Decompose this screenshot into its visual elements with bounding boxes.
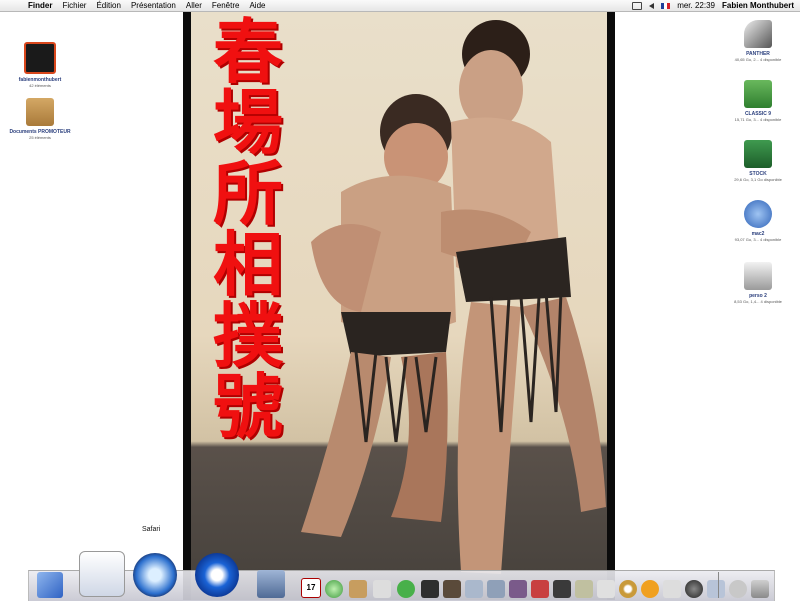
dock-separator [718,572,719,598]
eject-dock-icon[interactable] [729,580,747,598]
desktop-icon-classic9-disk[interactable]: CLASSIC 9 15,71 Go, 3... 4 disponible [718,80,798,122]
os9-disk-icon [744,80,772,108]
internet-explorer-dock-icon[interactable] [195,553,239,597]
dock-tooltip: Safari [140,526,163,533]
desktop-icon-info: 29,6 Go, 3,1 Go disponible [734,177,782,182]
package-box-icon [26,98,54,126]
utility-dock-icon[interactable] [553,580,571,598]
hard-drive-icon [744,262,772,290]
menu-aller[interactable]: Aller [181,0,207,11]
cd-dock-icon[interactable] [619,580,637,598]
poster-paper: 春 場 所 相 撲 號 [191,12,607,600]
menu-fichier[interactable]: Fichier [57,0,91,11]
terminal-dock-icon[interactable] [421,580,439,598]
menu-user[interactable]: Fabien Monthubert [722,0,794,11]
desktop-icon-info: 40,65 Go, 2... 4 disponible [734,57,782,62]
desktop-icon-info: 15,71 Go, 3... 4 disponible [734,117,782,122]
desktop-icon-info: 25 éléments [29,135,51,140]
desktop-icon-info: 93,07 Go, 3... 4 disponible [734,237,782,242]
orange-app-dock-icon[interactable] [641,580,659,598]
desktop-icon-panther-disk[interactable]: PANTHER 40,65 Go, 2... 4 disponible [718,20,798,62]
person-folder-icon [24,42,56,74]
itunes-dock-icon[interactable] [325,580,343,598]
green-drive-icon [744,140,772,168]
sumo-wrestlers-illustration [301,20,606,574]
tool-dock-icon[interactable] [531,580,549,598]
flashlight-disk-icon [744,20,772,48]
disk-utility-dock-icon[interactable] [487,580,505,598]
apple-app-dock-icon[interactable] [663,580,681,598]
input-menu-flag-icon[interactable] [661,0,671,11]
menu-bar: Finder Fichier Édition Présentation Alle… [0,0,800,12]
address-book-dock-icon[interactable] [349,580,367,598]
desktop-icon-documents-promoteur[interactable]: Documents PROMOTEUR 25 éléments [0,98,80,140]
menu-aide[interactable]: Aide [244,0,270,11]
dock: 17 [28,551,775,601]
desktop-icon-mac2-disk[interactable]: mac2 93,07 Go, 3... 4 disponible [718,200,798,242]
ical-dock-icon[interactable]: 17 [301,578,321,598]
printer-dock-icon[interactable] [373,580,391,598]
camera-dock-icon[interactable] [707,580,725,598]
preview-dock-icon[interactable] [79,551,125,597]
desktop-icon-info: 42 éléments [29,83,51,88]
network-disk-icon [744,200,772,228]
volume-icon[interactable] [649,0,655,11]
system-preferences-dock-icon[interactable] [685,580,703,598]
network-dock-icon[interactable] [465,580,483,598]
document-dock-icon[interactable] [575,580,593,598]
desktop-icon-home-folder[interactable]: fabienmonthubert 42 éléments [0,42,80,88]
file-dock-icon[interactable] [597,580,615,598]
skype-dock-icon[interactable] [397,580,415,598]
desktop-icon-stock-disk[interactable]: STOCK 29,6 Go, 3,1 Go disponible [718,140,798,182]
desktop-icon-perso2-disk[interactable]: perso 2 8,53 Go, 1,4... 4 disponible [718,262,798,304]
menu-fenetre[interactable]: Fenêtre [207,0,245,11]
desktop-icon-info: 8,53 Go, 1,4... 4 disponible [734,299,782,304]
mail-dock-icon[interactable] [257,570,285,598]
app-dock-icon[interactable] [443,580,461,598]
safari-dock-icon[interactable] [133,553,177,597]
desktop-picture-sumo-poster: 春 場 所 相 撲 號 [183,12,615,600]
menu-edition[interactable]: Édition [91,0,125,11]
finder-dock-icon[interactable] [37,572,63,598]
display-menu-icon[interactable] [632,0,643,11]
imovie-dock-icon[interactable] [509,580,527,598]
menu-extras: mer. 22:39 Fabien Monthubert [625,0,800,11]
trash-dock-icon[interactable] [751,580,769,598]
menu-clock[interactable]: mer. 22:39 [677,0,715,11]
menu-finder[interactable]: Finder [20,0,57,11]
menu-presentation[interactable]: Présentation [126,0,181,11]
